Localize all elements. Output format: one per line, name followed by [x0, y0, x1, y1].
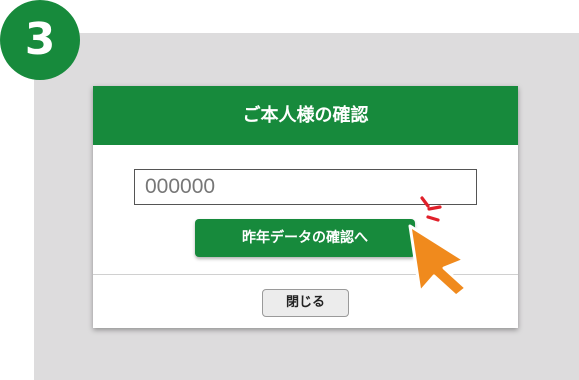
- step-number-badge: 3: [0, 0, 80, 80]
- pointer-arrow-icon: [408, 224, 468, 298]
- close-button[interactable]: 閉じる: [262, 289, 349, 317]
- dialog-title: ご本人様の確認: [93, 86, 518, 145]
- confirm-last-year-data-button[interactable]: 昨年データの確認へ: [195, 219, 415, 257]
